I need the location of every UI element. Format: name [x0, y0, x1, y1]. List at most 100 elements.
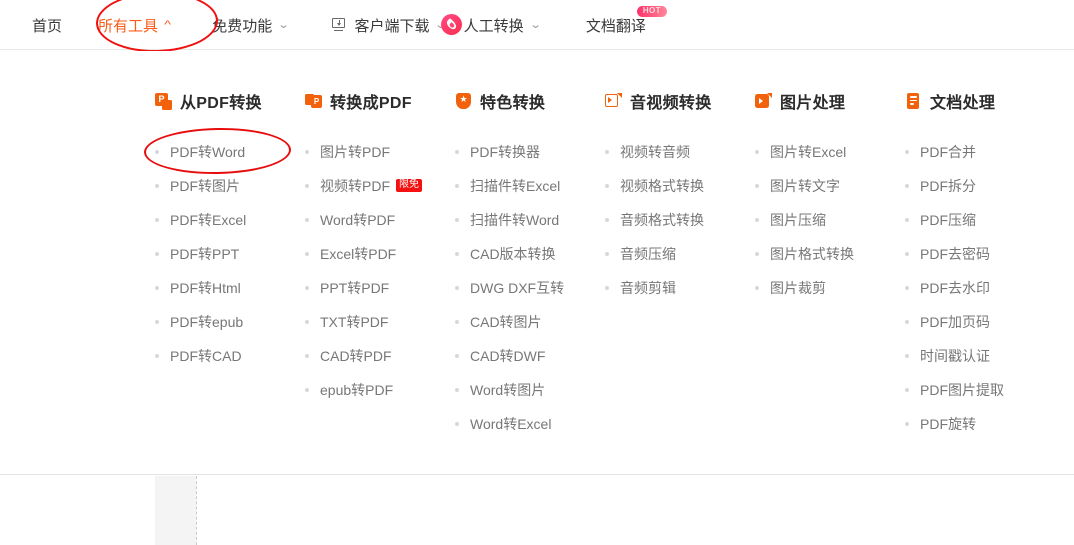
column-header: P 转换成PDF [305, 89, 455, 113]
nav-item-label: 文档翻译 [585, 17, 646, 35]
menu-item-pdf-compress[interactable]: PDF压缩 [905, 203, 1053, 237]
menu-item-cad-version-convert[interactable]: CAD版本转换 [455, 237, 605, 271]
menu-item-word-to-pdf[interactable]: Word转PDF [305, 203, 455, 237]
menu-item-cad-to-pdf[interactable]: CAD转PDF [305, 339, 455, 373]
page-content-below-dropdown [0, 476, 1074, 545]
menu-item-label: CAD转图片 [470, 314, 542, 330]
hot-badge: HOT [636, 5, 667, 17]
menu-item-image-to-excel[interactable]: 图片转Excel [755, 135, 905, 169]
nav-item-free-features[interactable]: 免费功能 ⌄ [212, 15, 290, 36]
menu-item-pdf-remove-password[interactable]: PDF去密码 [905, 237, 1053, 271]
menu-item-pdf-to-epub[interactable]: PDF转epub [155, 305, 305, 339]
flame-icon [440, 14, 462, 35]
menu-item-label: CAD转DWF [470, 348, 546, 364]
bullet-icon [155, 218, 159, 222]
menu-item-dwg-dxf-convert[interactable]: DWG DXF互转 [455, 271, 605, 305]
menu-item-label: PDF拆分 [920, 178, 976, 194]
menu-item-excel-to-pdf[interactable]: Excel转PDF [305, 237, 455, 271]
menu-item-word-to-excel[interactable]: Word转Excel [455, 407, 605, 441]
menu-item-label: PDF图片提取 [920, 382, 1004, 398]
menu-item-image-crop[interactable]: 图片裁剪 [755, 271, 905, 305]
document-icon [905, 92, 922, 110]
menu-item-video-format-convert[interactable]: 视频格式转换 [605, 169, 755, 203]
nav-item-all-tools[interactable]: 所有工具 ^ [98, 15, 172, 36]
bullet-icon [155, 320, 159, 324]
menu-item-image-to-pdf[interactable]: 图片转PDF [305, 135, 455, 169]
menu-item-pdf-to-cad[interactable]: PDF转CAD [155, 339, 305, 373]
menu-item-epub-to-pdf[interactable]: epub转PDF [305, 373, 455, 407]
menu-item-pdf-remove-watermark[interactable]: PDF去水印 [905, 271, 1053, 305]
menu-item-pdf-add-page-numbers[interactable]: PDF加页码 [905, 305, 1053, 339]
media-icon [605, 92, 622, 110]
nav-item-label: 所有工具 [98, 17, 159, 35]
bullet-icon [905, 184, 909, 188]
menu-item-video-to-audio[interactable]: 视频转音频 [605, 135, 755, 169]
nav-item-manual-conversion[interactable]: 人工转换 ⌄ [440, 14, 542, 36]
bullet-icon [305, 286, 309, 290]
menu-item-timestamp-certification[interactable]: 时间戳认证 [905, 339, 1053, 373]
nav-item-document-translation[interactable]: 文档翻译 HOT [585, 5, 667, 36]
tool-column-to-pdf: P 转换成PDF 图片转PDF 视频转PDF 限免 Word转PDF Excel… [305, 89, 455, 441]
bullet-icon [905, 286, 909, 290]
menu-item-pdf-split[interactable]: PDF拆分 [905, 169, 1053, 203]
bullet-icon [905, 354, 909, 358]
bullet-icon [455, 286, 459, 290]
bullet-icon [905, 388, 909, 392]
menu-item-label: CAD版本转换 [470, 246, 556, 262]
menu-item-cad-to-dwf[interactable]: CAD转DWF [455, 339, 605, 373]
bullet-icon [455, 354, 459, 358]
menu-item-pdf-to-image[interactable]: PDF转图片 [155, 169, 305, 203]
nav-item-home[interactable]: 首页 [32, 15, 62, 36]
menu-item-image-to-text[interactable]: 图片转文字 [755, 169, 905, 203]
menu-item-pdf-rotate[interactable]: PDF旋转 [905, 407, 1053, 441]
menu-item-video-to-pdf[interactable]: 视频转PDF 限免 [305, 169, 455, 203]
bullet-icon [155, 252, 159, 256]
dashed-divider [196, 476, 197, 545]
bullet-icon [305, 150, 309, 154]
menu-item-label: 视频转音频 [620, 144, 690, 160]
column-title: 转换成PDF [330, 95, 412, 112]
top-navigation-bar: 首页 所有工具 ^ 免费功能 ⌄ 客户端下载 ⌄ 人工转换 ⌄ 文档翻译 HOT [0, 0, 1074, 54]
menu-item-label: 音频剪辑 [620, 280, 676, 296]
bullet-icon [905, 252, 909, 256]
menu-item-label: 扫描件转Word [470, 212, 560, 228]
menu-item-audio-compress[interactable]: 音频压缩 [605, 237, 755, 271]
from-pdf-icon: P [155, 92, 172, 110]
menu-item-cad-to-image[interactable]: CAD转图片 [455, 305, 605, 339]
bullet-icon [605, 252, 609, 256]
menu-item-label: 图片压缩 [770, 212, 826, 228]
nav-item-label: 人工转换 [463, 17, 524, 35]
menu-item-image-compress[interactable]: 图片压缩 [755, 203, 905, 237]
menu-item-word-to-image[interactable]: Word转图片 [455, 373, 605, 407]
menu-item-scan-to-word[interactable]: 扫描件转Word [455, 203, 605, 237]
menu-item-label: 音频压缩 [620, 246, 676, 262]
column-title: 文档处理 [930, 95, 996, 112]
menu-item-pdf-merge[interactable]: PDF合并 [905, 135, 1053, 169]
bullet-icon [755, 252, 759, 256]
bullet-icon [305, 354, 309, 358]
menu-item-audio-format-convert[interactable]: 音频格式转换 [605, 203, 755, 237]
menu-item-label: PDF转PPT [170, 246, 240, 262]
menu-item-pdf-converter[interactable]: PDF转换器 [455, 135, 605, 169]
menu-item-label: Word转Excel [470, 416, 552, 432]
menu-item-image-format-convert[interactable]: 图片格式转换 [755, 237, 905, 271]
menu-item-scan-to-excel[interactable]: 扫描件转Excel [455, 169, 605, 203]
nav-items-container: 首页 所有工具 ^ 免费功能 ⌄ 客户端下载 ⌄ 人工转换 ⌄ 文档翻译 HOT [32, 0, 667, 50]
menu-item-ppt-to-pdf[interactable]: PPT转PDF [305, 271, 455, 305]
menu-item-txt-to-pdf[interactable]: TXT转PDF [305, 305, 455, 339]
nav-item-label: 免费功能 [212, 17, 273, 35]
menu-item-label: 图片格式转换 [770, 246, 854, 262]
menu-item-pdf-to-word[interactable]: PDF转Word [155, 135, 305, 169]
menu-item-pdf-to-html[interactable]: PDF转Html [155, 271, 305, 305]
bullet-icon [155, 184, 159, 188]
chevron-up-icon: ^ [164, 18, 172, 31]
bullet-icon [305, 184, 309, 188]
menu-item-pdf-to-ppt[interactable]: PDF转PPT [155, 237, 305, 271]
bullet-icon [905, 422, 909, 426]
menu-item-pdf-to-excel[interactable]: PDF转Excel [155, 203, 305, 237]
nav-item-client-download[interactable]: 客户端下载 ⌄ [332, 15, 447, 36]
star-shield-icon: ★ [455, 92, 472, 110]
menu-item-label: 图片转文字 [770, 178, 840, 194]
menu-item-audio-trim[interactable]: 音频剪辑 [605, 271, 755, 305]
menu-item-pdf-extract-images[interactable]: PDF图片提取 [905, 373, 1053, 407]
